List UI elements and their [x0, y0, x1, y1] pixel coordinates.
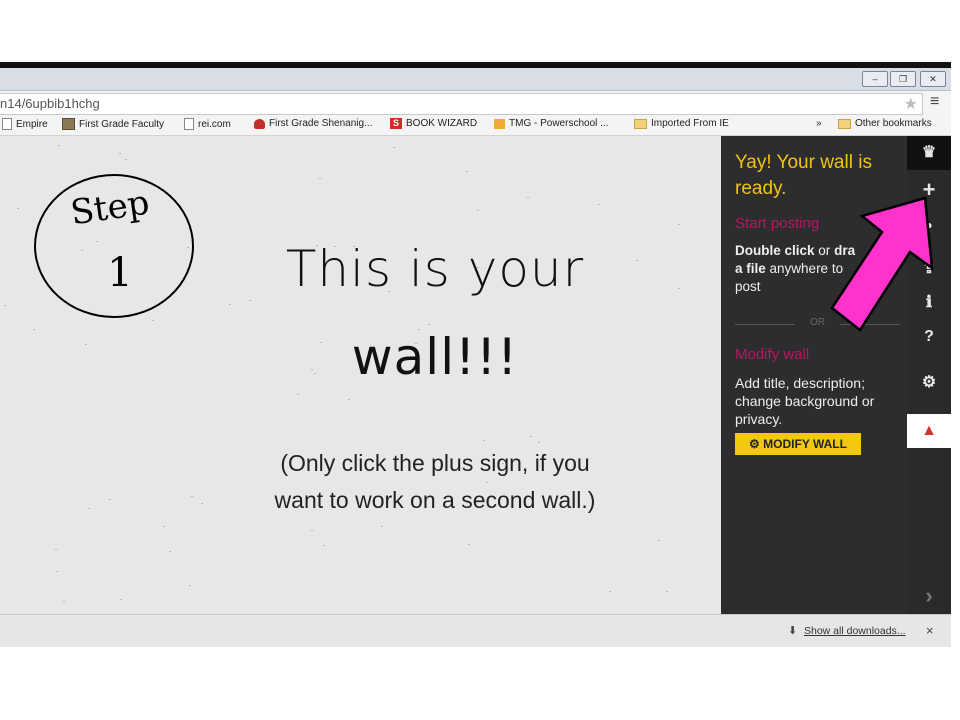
downloads-bar: ⬇ Show all downloads... × [0, 614, 951, 647]
paper-speck [428, 324, 430, 325]
paper-speck [598, 204, 600, 205]
instr-post: post [735, 279, 761, 294]
paper-speck [658, 540, 660, 541]
wall-message-line2: wall!!! [351, 328, 519, 386]
paper-speck [58, 145, 60, 146]
paper-speck [189, 585, 191, 586]
modify-wall-heading: Modify wall [735, 346, 810, 363]
gear-icon: ⚙ [749, 437, 760, 451]
close-downloads-icon[interactable]: × [926, 623, 934, 638]
paper-speck [381, 526, 383, 527]
paper-speck [297, 394, 299, 395]
wall-note-line1: (Only click the plus sign, if you [280, 450, 590, 476]
crown-icon[interactable]: ♛ [907, 136, 951, 170]
address-row: n14/6upbib1hchg ★ ≡ [0, 91, 951, 116]
paper-speck [486, 482, 488, 483]
paper-speck [348, 399, 350, 400]
url-text[interactable]: n14/6upbib1hchg [0, 96, 100, 111]
bookmark-first-grade-faculty[interactable]: First Grade Faculty [62, 118, 164, 130]
paper-speck [33, 329, 35, 330]
paper-speck [678, 224, 680, 225]
paper-speck [120, 599, 122, 600]
menu-icon[interactable]: ≡ [930, 93, 939, 111]
paper-speck [483, 440, 485, 441]
bookmark-rei[interactable]: rei.com [184, 118, 231, 130]
bookmarks-overflow[interactable]: » [816, 118, 822, 129]
chevron-right-icon[interactable]: › [907, 579, 951, 613]
show-all-downloads-link[interactable]: Show all downloads... [804, 625, 906, 637]
address-bar[interactable]: n14/6upbib1hchg ★ [0, 93, 923, 115]
title-bar: – ❐ ✕ [0, 68, 951, 91]
s-logo-icon: S [390, 118, 402, 129]
paper-speck [538, 442, 540, 443]
download-icon: ⬇ [788, 625, 798, 637]
paper-speck [152, 320, 154, 321]
paper-speck [63, 601, 65, 602]
paper-speck [56, 571, 58, 572]
paper-speck [311, 530, 313, 531]
modify-wall-description: Add title, description; change backgroun… [735, 375, 875, 427]
close-window-button[interactable]: ✕ [920, 71, 946, 87]
paper-speck [466, 171, 468, 172]
instr-a-file: a file [735, 261, 766, 276]
paper-speck [85, 344, 87, 345]
pink-arrow-annotation [830, 196, 934, 332]
bookmark-book-wizard[interactable]: S BOOK WIZARD [390, 118, 477, 129]
paper-speck [109, 499, 111, 500]
paper-speck [319, 178, 321, 179]
tmg-icon [494, 118, 505, 129]
wall-note-line2: want to work on a second wall.) [274, 487, 596, 513]
paper-speck [468, 544, 470, 545]
paper-speck [88, 508, 90, 509]
alert-icon[interactable]: ▲ [907, 414, 951, 448]
paper-speck [169, 551, 171, 552]
paper-speck [191, 496, 193, 497]
bookmark-first-grade-shenanigans[interactable]: First Grade Shenanig... [254, 118, 372, 129]
gear-icon[interactable]: ⚙ [907, 366, 951, 400]
instr-double-click: Double click [735, 243, 815, 258]
star-icon[interactable]: ★ [904, 94, 918, 114]
start-posting-heading: Start posting [735, 215, 820, 232]
paper-speck [477, 210, 479, 211]
page-icon [184, 118, 194, 130]
other-bookmarks[interactable]: Other bookmarks [838, 118, 932, 129]
paper-speck [17, 208, 19, 209]
paper-speck [249, 300, 251, 301]
modify-wall-button[interactable]: ⚙ MODIFY WALL [735, 433, 861, 455]
step-number: 1 [107, 250, 133, 296]
minimize-button[interactable]: – [862, 71, 888, 87]
bookmarks-bar: Empire First Grade Faculty rei.com First… [0, 115, 951, 136]
restore-button[interactable]: ❐ [890, 71, 916, 87]
paper-speck [323, 545, 325, 546]
folder-icon [838, 118, 851, 129]
paper-speck [229, 304, 231, 305]
page-icon [2, 118, 12, 130]
paper-speck [666, 591, 668, 592]
paper-speck [393, 147, 395, 148]
paper-speck [530, 436, 532, 437]
bookmark-imported-from-ie[interactable]: Imported From IE [634, 118, 729, 129]
bookmark-empire[interactable]: Empire [2, 118, 48, 130]
paper-speck [527, 197, 529, 198]
ladybug-icon [254, 118, 265, 129]
modify-wall-label: MODIFY WALL [763, 437, 847, 451]
paper-speck [119, 153, 121, 154]
paper-speck [678, 288, 680, 289]
paper-speck [163, 526, 165, 527]
paper-speck [55, 549, 57, 550]
paper-speck [4, 305, 6, 306]
wall-message-line1: This is your [285, 240, 585, 298]
bookmark-tmg-powerschool[interactable]: TMG - Powerschool ... [494, 118, 608, 129]
paper-speck [609, 591, 611, 592]
paper-speck [125, 159, 127, 160]
photo-icon [62, 118, 75, 130]
folder-icon [634, 118, 647, 129]
paper-speck [636, 260, 638, 261]
